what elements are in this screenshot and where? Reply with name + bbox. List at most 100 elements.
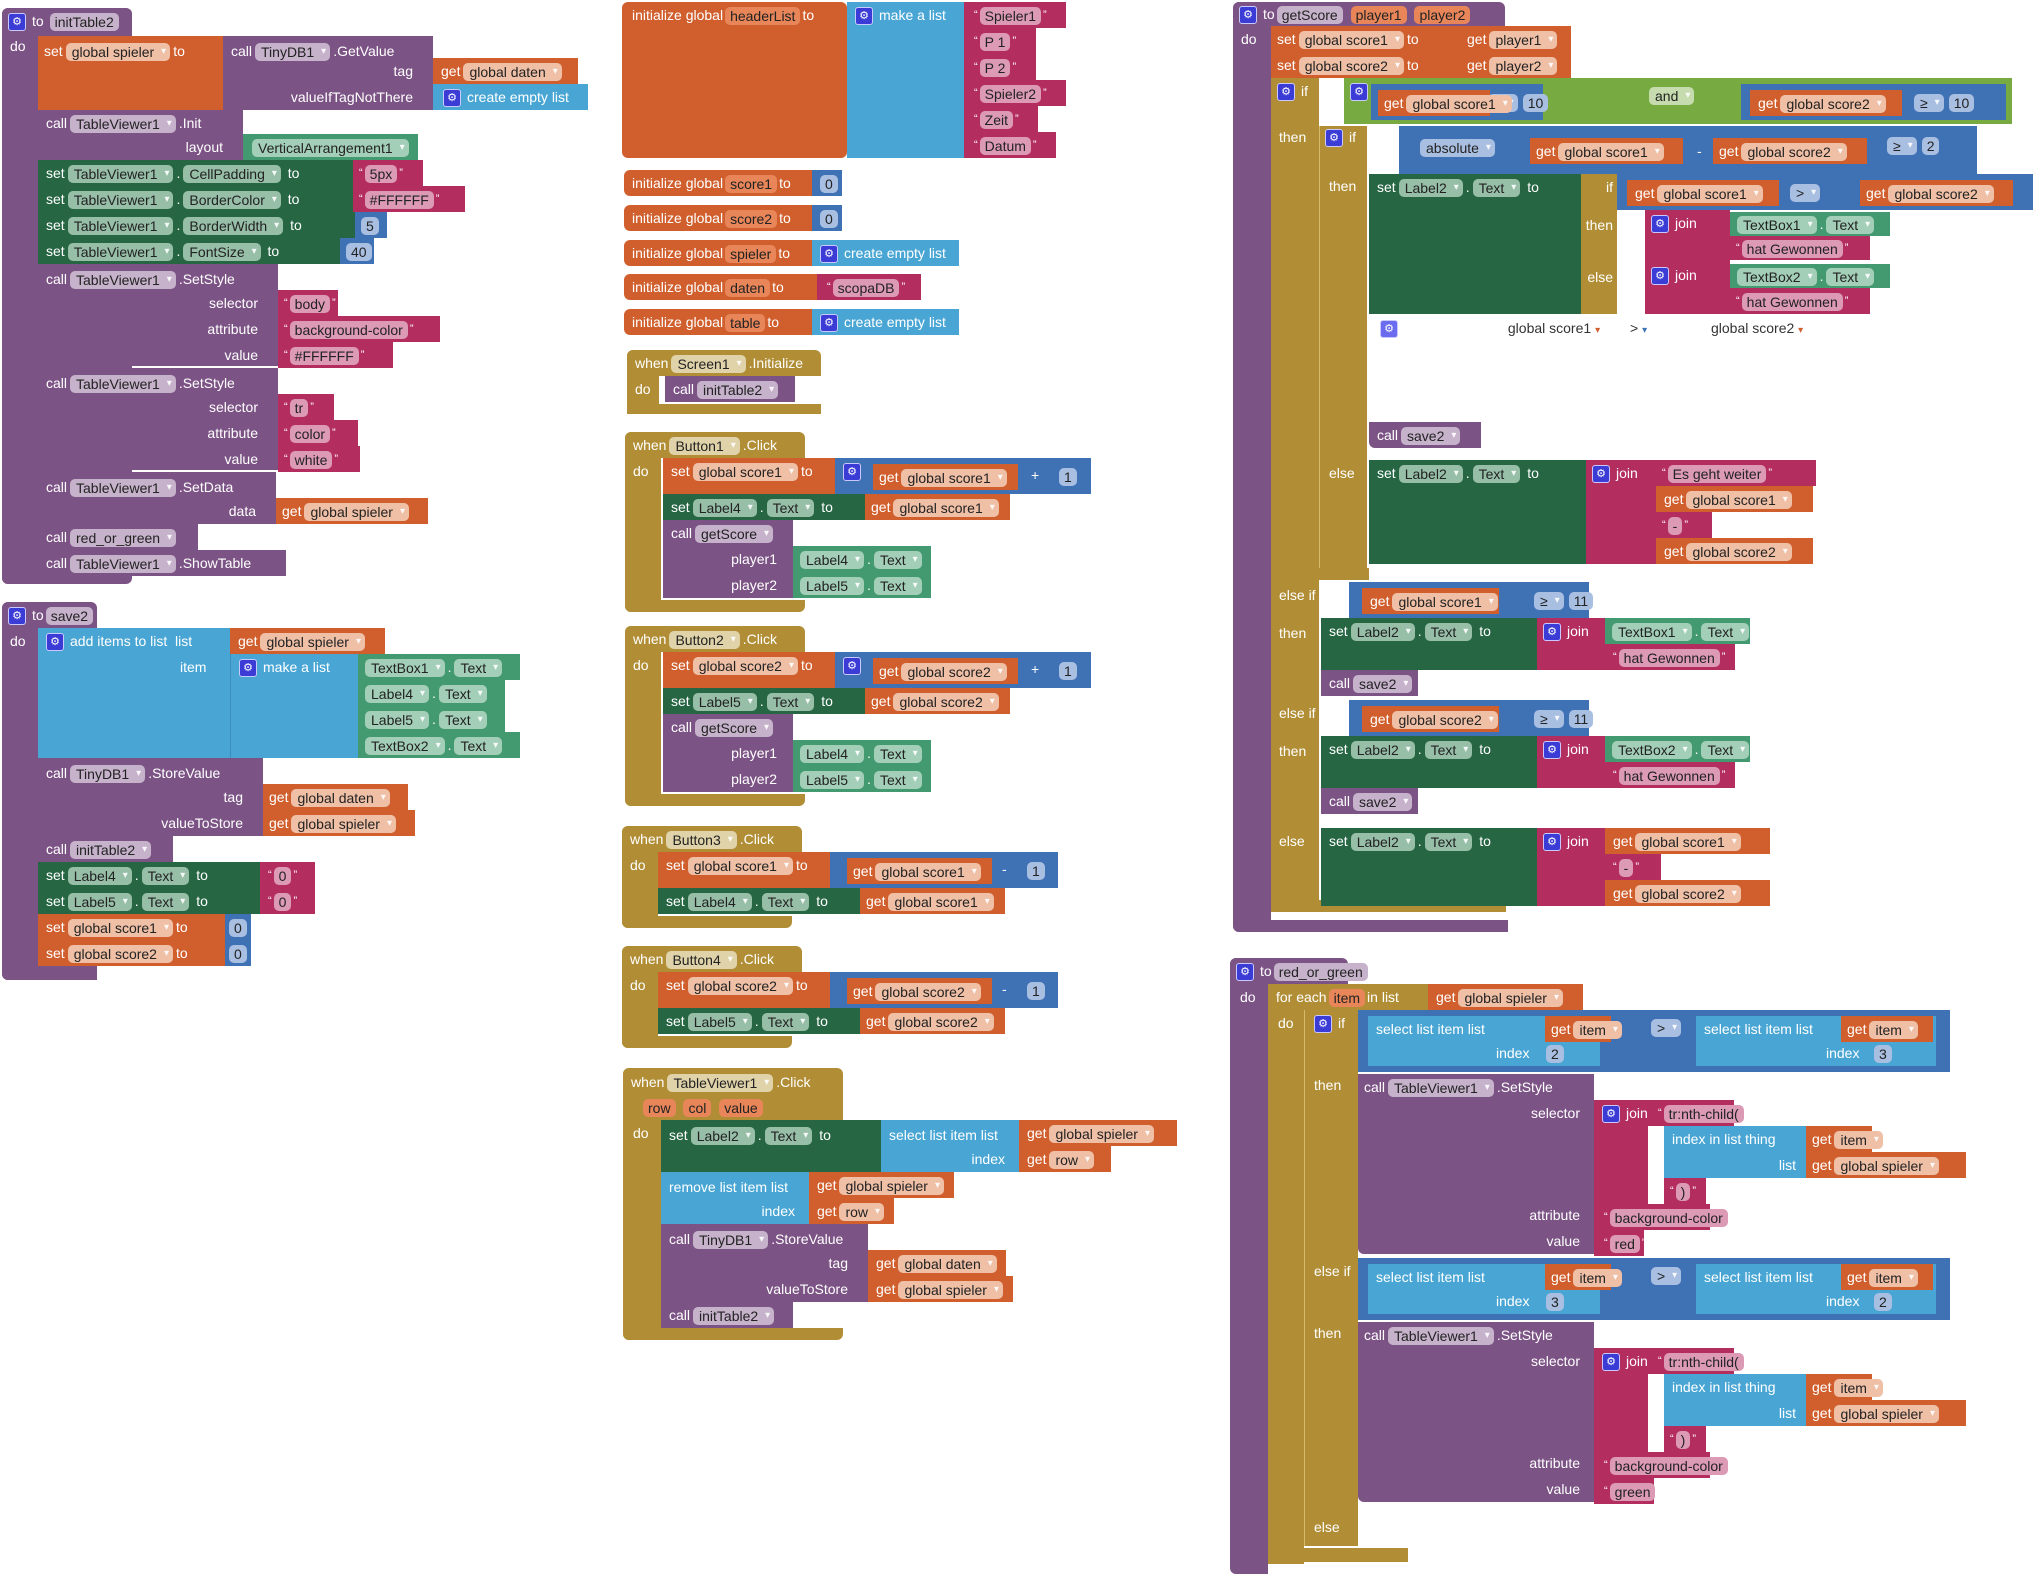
get-block[interactable]: get global spieler (1428, 984, 1583, 1010)
gear-icon[interactable]: ⚙ (1314, 1015, 1332, 1034)
var-dropdown[interactable]: global spieler (291, 815, 396, 834)
property-dropdown[interactable]: BorderColor (183, 191, 281, 210)
text-field[interactable]: hat Gewonnen (1618, 649, 1720, 668)
text-field[interactable]: ) (1675, 1183, 1691, 1202)
setstyle-block[interactable]: callTableViewer1.SetStyle selector attri… (38, 264, 278, 366)
text-field[interactable]: background-color (1609, 1209, 1728, 1228)
get-block[interactable]: get item (1806, 1126, 1883, 1152)
property-dropdown[interactable]: Text (1826, 216, 1875, 235)
property-dropdown[interactable]: Text (873, 551, 922, 570)
tinydb-storevalue-block[interactable]: callTinyDB1.StoreValue tag valueToStore (38, 758, 263, 836)
component-dropdown[interactable]: Label5 (67, 893, 132, 912)
compare-op-dropdown[interactable]: ≥ (1914, 94, 1944, 113)
var-dropdown[interactable]: item (1573, 1021, 1622, 1040)
get-block[interactable]: get global daten (433, 58, 578, 84)
var-dropdown[interactable]: global score2 (893, 693, 999, 712)
proc-body[interactable] (1233, 2, 1271, 932)
get-block[interactable]: get item (1841, 1016, 1933, 1042)
text-field[interactable]: hat Gewonnen (1741, 293, 1843, 312)
param-player2[interactable]: player2 (1414, 6, 1471, 25)
gear-icon[interactable]: ⚙ (239, 659, 257, 678)
var-dropdown[interactable]: global score1 (1406, 95, 1512, 114)
var-dropdown[interactable]: row (1049, 1151, 1095, 1170)
text-block[interactable]: “Es geht weiter” (1656, 460, 1816, 486)
create-empty-list-block[interactable]: ⚙ create empty list (433, 84, 588, 110)
gear-icon[interactable]: ⚙ (1651, 267, 1669, 286)
text-field[interactable]: Spieler1 (979, 7, 1042, 26)
set-property-block[interactable]: setLabel5.Text to (658, 1008, 860, 1034)
event-body[interactable] (625, 626, 661, 806)
text-field[interactable]: 0 (273, 893, 292, 912)
var-dropdown[interactable]: global score1 (687, 857, 793, 876)
get-block[interactable]: get global score2 (1713, 138, 1867, 164)
text-block[interactable]: “)” (1664, 1426, 1706, 1452)
text-block[interactable]: “color” (278, 420, 358, 446)
text-field[interactable]: #FFFFFF (289, 347, 359, 366)
component-dropdown[interactable]: Label2 (1398, 465, 1463, 484)
create-empty-list-block[interactable]: ⚙ create empty list (812, 240, 959, 266)
get-block[interactable]: get global score2 (1860, 180, 2013, 206)
component-dropdown[interactable]: TinyDB1 (70, 765, 146, 784)
component-dropdown[interactable]: Button4 (666, 951, 737, 970)
property-dropdown[interactable]: Text (873, 745, 922, 764)
var-name-field[interactable]: daten (725, 279, 771, 298)
property-dropdown[interactable]: Text (1424, 833, 1473, 852)
property-dropdown[interactable]: Text (438, 711, 487, 730)
component-dropdown[interactable]: Label2 (1398, 179, 1463, 198)
var-dropdown[interactable]: global score1 (692, 463, 798, 482)
text-block[interactable]: “#FFFFFF” (353, 186, 465, 212)
component-dropdown[interactable]: TinyDB1 (255, 43, 331, 62)
number-field[interactable]: 1 (1027, 982, 1045, 1001)
get-block[interactable]: get global daten (868, 1250, 1006, 1276)
text-block[interactable]: “-” (1656, 512, 1712, 538)
gear-icon[interactable]: ⚙ (1651, 215, 1669, 234)
text-field[interactable]: tr:nth-child( (1663, 1105, 1744, 1124)
index-in-list-block[interactable]: index in list thing list (1664, 1126, 1806, 1178)
text-block[interactable]: “#FFFFFF” (278, 342, 393, 368)
text-field[interactable]: background-color (1609, 1457, 1728, 1476)
component-getter-block[interactable]: Label5.Text (793, 572, 931, 598)
set-var-block[interactable]: setglobal score2to (658, 972, 830, 1008)
component-getter-block[interactable]: Label4.Text (793, 740, 931, 766)
var-dropdown[interactable]: global score2 (1780, 95, 1886, 114)
set-var-block[interactable]: setglobal score2to (1271, 52, 1461, 78)
text-field[interactable]: tr (289, 399, 309, 418)
var-dropdown[interactable]: global spieler (1049, 1125, 1154, 1144)
text-field[interactable]: white (289, 451, 333, 470)
get-block[interactable]: get global score2 (1656, 538, 1813, 564)
var-dropdown[interactable]: global score1 (1392, 593, 1498, 612)
var-name-field[interactable]: score2 (725, 210, 778, 229)
text-block[interactable]: “background-color” (1594, 1204, 1734, 1230)
text-block[interactable]: “P 1” (964, 28, 1036, 54)
set-label2-block[interactable]: setLabel2.Text to (1321, 618, 1537, 670)
text-field[interactable]: - (1618, 859, 1634, 878)
var-dropdown[interactable]: global score2 (888, 1013, 994, 1032)
set-spieler-block[interactable]: setglobal spielerto (38, 36, 223, 110)
property-dropdown[interactable]: Text (1701, 623, 1750, 642)
property-dropdown[interactable]: FontSize (183, 243, 261, 262)
get-block[interactable]: get global score2 (865, 688, 1010, 714)
get-block[interactable]: get player1 (1461, 26, 1571, 52)
var-dropdown[interactable]: global spieler (1834, 1405, 1939, 1424)
param-row[interactable]: row (643, 1099, 676, 1118)
gear-icon[interactable]: ⚙ (8, 607, 26, 626)
text-block[interactable]: “0” (260, 862, 315, 888)
var-dropdown[interactable]: global score2 (692, 657, 798, 676)
component-block[interactable]: VerticalArrangement1 (243, 134, 418, 160)
proc-dropdown[interactable]: save2 (1353, 675, 1413, 694)
gear-icon[interactable]: ⚙ (843, 463, 861, 482)
call-save2-block[interactable]: call save2 (1321, 788, 1418, 814)
number-field[interactable]: 0 (229, 919, 247, 938)
text-field[interactable]: Spieler2 (979, 85, 1042, 104)
text-field[interactable]: P 1 (979, 33, 1011, 52)
number-field[interactable]: 2 (1874, 1293, 1892, 1312)
component-dropdown[interactable]: Label4 (800, 551, 865, 570)
component-dropdown[interactable]: Label4 (687, 893, 752, 912)
var-dropdown[interactable]: global score1 (1558, 143, 1664, 162)
var-dropdown[interactable]: global score2 (687, 977, 793, 996)
join-block[interactable]: ⚙ join (1594, 1100, 1648, 1204)
var-dropdown[interactable]: global spieler (65, 43, 171, 62)
text-block[interactable]: “Zeit” (964, 106, 1038, 132)
gear-icon[interactable]: ⚙ (8, 13, 26, 32)
get-block[interactable]: get global spieler (276, 498, 428, 524)
